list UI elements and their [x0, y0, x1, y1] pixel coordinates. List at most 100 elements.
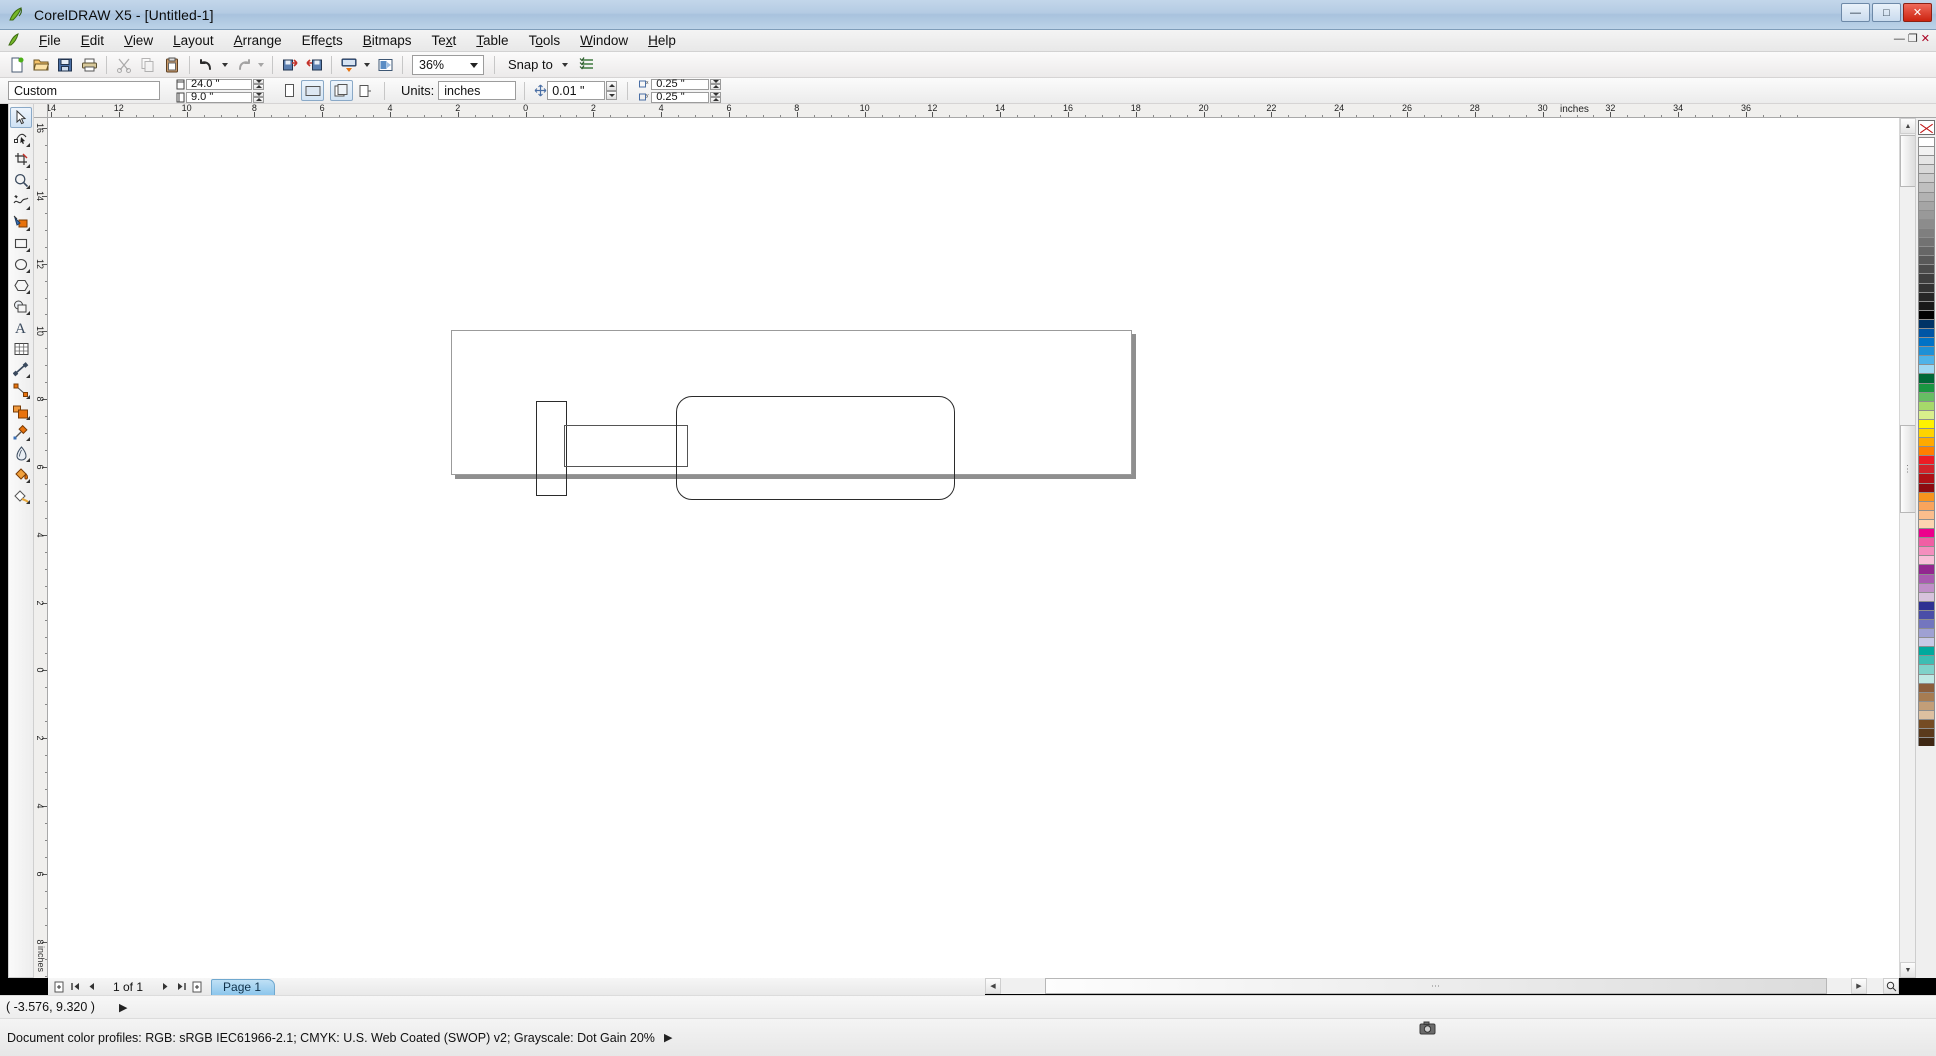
palette-swatch[interactable]	[1917, 446, 1935, 456]
palette-swatch[interactable]	[1917, 282, 1935, 292]
scroll-right-button[interactable]: ▶	[1851, 978, 1867, 994]
duplicate-x-spinner[interactable]	[710, 78, 722, 90]
palette-swatch[interactable]	[1917, 173, 1935, 183]
ruler-corner[interactable]	[34, 104, 48, 118]
vertical-scroll-thumb-main[interactable]: ⋮	[1900, 425, 1916, 513]
ellipse-tool[interactable]	[10, 254, 32, 275]
menu-view[interactable]: View	[114, 30, 163, 51]
close-button[interactable]: ✕	[1903, 3, 1932, 22]
next-page-button[interactable]	[157, 979, 173, 994]
first-page-button[interactable]	[67, 979, 83, 994]
pick-tool[interactable]	[10, 107, 32, 128]
horizontal-ruler[interactable]: 1412108642024681012141618202224262830323…	[48, 104, 1936, 118]
palette-swatch[interactable]	[1917, 227, 1935, 238]
menu-help[interactable]: Help	[638, 30, 686, 51]
menu-window[interactable]: Window	[570, 30, 638, 51]
rounded-rectangle[interactable]	[676, 396, 955, 500]
horizontal-scroll-thumb[interactable]: ⋯	[1045, 978, 1827, 994]
clipboard-icon[interactable]	[160, 54, 184, 76]
redo-dropdown-icon[interactable]	[255, 54, 267, 76]
blend-tool[interactable]	[10, 401, 32, 422]
palette-swatch[interactable]	[1917, 155, 1935, 165]
palette-swatch[interactable]	[1917, 600, 1935, 610]
dimension-tool[interactable]	[10, 359, 32, 380]
palette-swatch[interactable]	[1917, 673, 1935, 683]
palette-swatch[interactable]	[1917, 191, 1935, 201]
menu-table[interactable]: Table	[466, 30, 518, 51]
duplicate-x-field[interactable]: 0.25 "	[651, 78, 710, 90]
palette-swatch[interactable]	[1917, 437, 1935, 447]
add-page-before-button[interactable]	[51, 979, 67, 994]
palette-swatch[interactable]	[1917, 546, 1935, 556]
units-combo[interactable]: inches	[438, 81, 517, 100]
palette-swatch[interactable]	[1917, 464, 1935, 474]
palette-swatch[interactable]	[1917, 137, 1935, 147]
palette-swatch[interactable]	[1917, 719, 1935, 729]
tall-rectangle[interactable]	[536, 401, 567, 496]
menu-arrange[interactable]: Arrange	[224, 30, 292, 51]
palette-swatch[interactable]	[1917, 700, 1935, 710]
page-width-field[interactable]: 24.0 "	[186, 78, 252, 90]
connector-tool[interactable]	[10, 380, 32, 401]
undo-arrow-icon[interactable]	[195, 54, 219, 76]
add-page-after-button[interactable]	[189, 979, 205, 994]
palette-swatch[interactable]	[1917, 664, 1935, 674]
scroll-left-button[interactable]: ◀	[985, 978, 1001, 994]
palette-swatch[interactable]	[1917, 582, 1935, 592]
expand-status-arrow-icon[interactable]: ▶	[119, 1001, 127, 1014]
snap-to-dropdown-icon[interactable]	[559, 54, 571, 76]
palette-swatch[interactable]	[1917, 327, 1935, 338]
palette-swatch[interactable]	[1917, 691, 1935, 701]
undo-dropdown-icon[interactable]	[219, 54, 231, 76]
shape-tool[interactable]	[10, 128, 32, 149]
smart-fill-tool[interactable]	[10, 212, 32, 233]
palette-swatch[interactable]	[1917, 518, 1935, 529]
palette-swatch[interactable]	[1917, 728, 1935, 738]
menu-text[interactable]: Text	[422, 30, 467, 51]
palette-swatch[interactable]	[1917, 382, 1935, 392]
menu-edit[interactable]: Edit	[71, 30, 114, 51]
new-page-icon[interactable]	[5, 54, 29, 76]
palette-swatch[interactable]	[1917, 346, 1935, 356]
palette-swatch[interactable]	[1917, 564, 1935, 574]
palette-swatch[interactable]	[1917, 409, 1935, 419]
palette-swatch[interactable]	[1917, 637, 1935, 647]
nudge-offset-spinner[interactable]	[606, 81, 618, 100]
palette-swatch[interactable]	[1917, 528, 1935, 538]
palette-swatch[interactable]	[1917, 246, 1935, 256]
nudge-offset-field[interactable]: 0.01 "	[547, 81, 606, 100]
duplicate-y-spinner[interactable]	[710, 91, 722, 103]
palette-swatch[interactable]	[1917, 628, 1935, 638]
scissors-icon[interactable]	[112, 54, 136, 76]
all-pages-icon[interactable]	[330, 80, 353, 101]
horizontal-scrollbar[interactable]: ◀ ⋯ ▶	[985, 978, 1899, 994]
palette-swatch[interactable]	[1917, 418, 1935, 428]
palette-swatch[interactable]	[1917, 473, 1935, 483]
palette-swatch[interactable]	[1917, 573, 1935, 583]
page-height-field[interactable]: 9.0 "	[186, 91, 252, 103]
palette-swatch[interactable]	[1917, 455, 1935, 465]
zoom-to-fit-button[interactable]	[1883, 978, 1899, 994]
menu-tools[interactable]: Tools	[519, 30, 571, 51]
maximize-button[interactable]: □	[1872, 3, 1901, 22]
basic-shapes-tool[interactable]	[10, 296, 32, 317]
copy-icon[interactable]	[136, 54, 160, 76]
zoom-tool[interactable]	[10, 170, 32, 191]
palette-swatch[interactable]	[1917, 428, 1935, 438]
interactive-fill-tool[interactable]	[10, 485, 32, 506]
zoom-level-combo[interactable]: 36%	[412, 54, 484, 75]
vertical-scroll-thumb[interactable]	[1900, 135, 1916, 187]
color-palette[interactable]	[1915, 118, 1936, 978]
palette-swatch[interactable]	[1917, 291, 1935, 301]
palette-swatch[interactable]	[1917, 309, 1935, 319]
menu-bitmaps[interactable]: Bitmaps	[353, 30, 422, 51]
paper-type-combo[interactable]: Custom	[8, 81, 160, 100]
menu-file[interactable]: FFileile	[29, 30, 71, 51]
palette-swatch[interactable]	[1917, 618, 1935, 629]
palette-swatch[interactable]	[1917, 164, 1935, 174]
palette-swatch[interactable]	[1917, 400, 1935, 410]
page-height-spinner[interactable]	[253, 91, 264, 103]
landscape-icon[interactable]	[301, 80, 324, 101]
options-list-icon[interactable]	[575, 54, 599, 76]
vertical-scrollbar[interactable]: ▲ ⋮ ▼	[1899, 118, 1916, 978]
